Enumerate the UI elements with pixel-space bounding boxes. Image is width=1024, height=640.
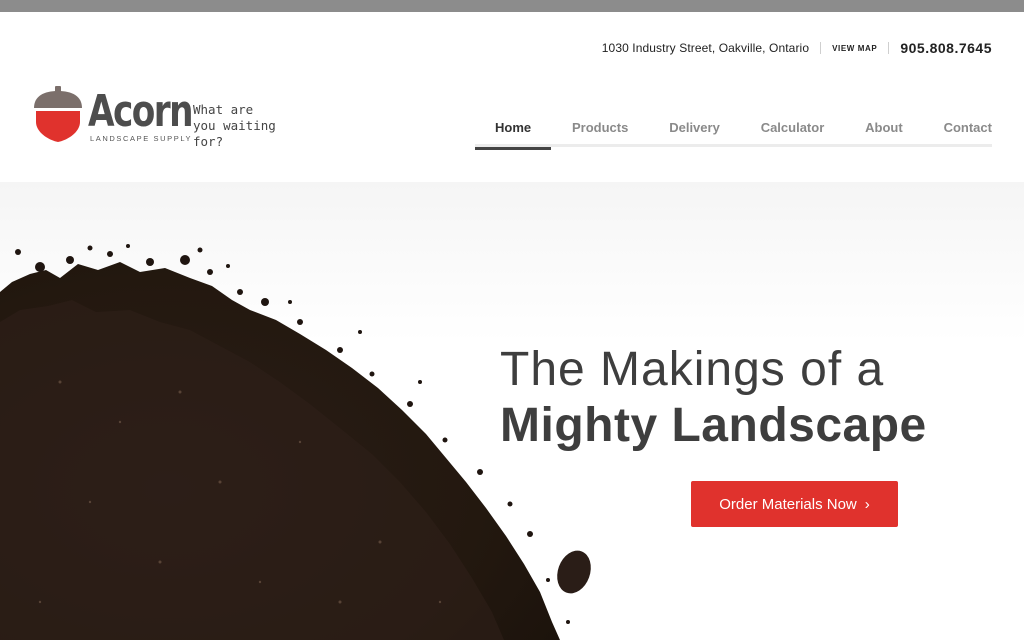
cta-label: Order Materials Now	[719, 495, 857, 513]
acorn-logo[interactable]: Acorn LANDSCAPE SUPPLY	[32, 84, 208, 144]
divider	[888, 42, 890, 54]
nav-item-products[interactable]: Products	[572, 120, 628, 147]
site-header: 1030 Industry Street, Oakville, Ontario …	[0, 12, 1024, 182]
nav-item-delivery[interactable]: Delivery	[669, 120, 720, 147]
address-text: 1030 Industry Street, Oakville, Ontario	[601, 41, 810, 55]
headline-line-1: The Makings of a	[500, 343, 885, 396]
nav-item-about[interactable]: About	[865, 120, 903, 147]
hero-headline: The Makings of a Mighty Landscape	[500, 342, 927, 454]
acorn-icon	[34, 86, 82, 142]
nav-item-contact[interactable]: Contact	[944, 120, 992, 147]
nav-item-calculator[interactable]: Calculator	[761, 120, 825, 147]
view-map-link[interactable]: VIEW MAP	[832, 44, 877, 53]
hero-section: The Makings of a Mighty Landscape Order …	[0, 182, 1024, 640]
headline-line-2: Mighty Landscape	[500, 399, 927, 452]
main-nav: Home Products Delivery Calculator About …	[474, 120, 992, 150]
divider	[820, 42, 822, 54]
logo-name: Acorn	[88, 86, 194, 137]
tagline: What are you waiting for?	[193, 102, 276, 149]
order-materials-button[interactable]: Order Materials Now ›	[691, 481, 898, 527]
phone-number[interactable]: 905.808.7645	[900, 40, 992, 56]
nav-item-home[interactable]: Home	[474, 120, 552, 150]
browser-top-bar	[0, 0, 1024, 12]
chevron-right-icon: ›	[864, 495, 870, 513]
contact-bar: 1030 Industry Street, Oakville, Ontario …	[602, 40, 992, 56]
